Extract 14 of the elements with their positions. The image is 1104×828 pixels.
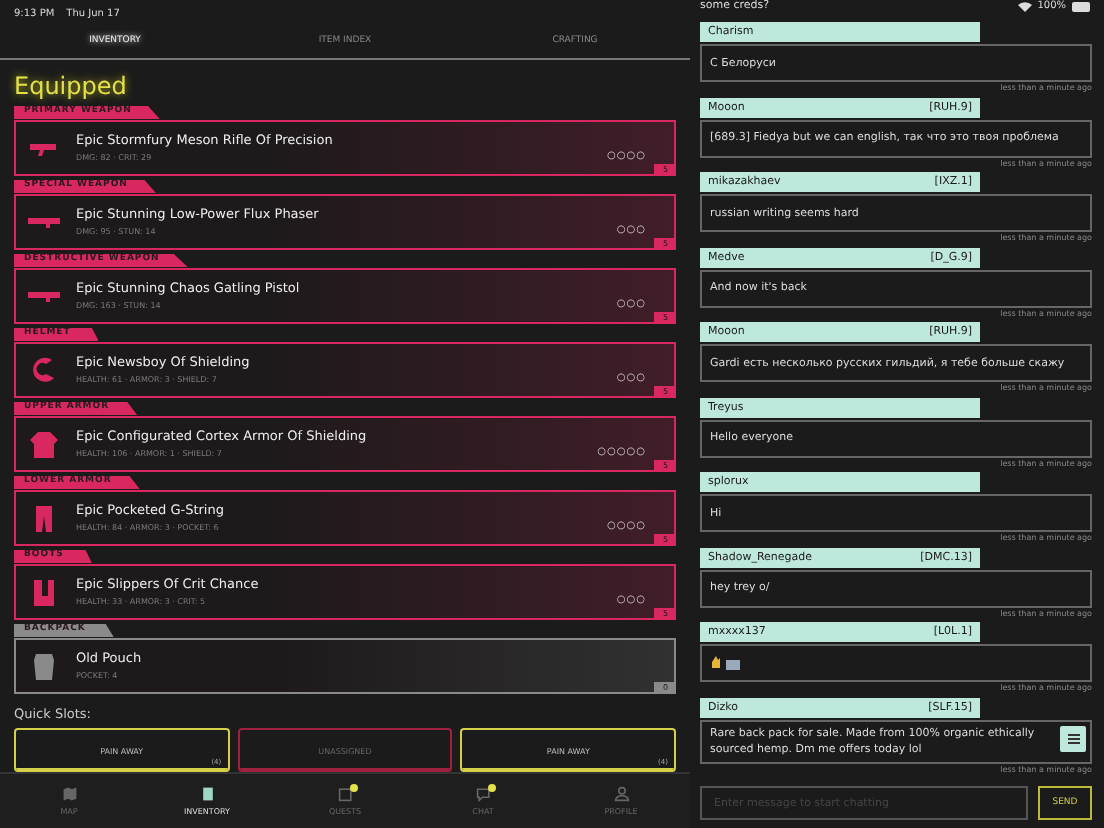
hand-and-case-drawing — [710, 655, 742, 671]
person-icon — [613, 786, 629, 802]
jacket-icon — [28, 429, 60, 457]
pouch-icon — [28, 651, 60, 679]
menu-icon — [1067, 733, 1079, 743]
boot-icon — [28, 577, 60, 605]
menu-button[interactable] — [1060, 725, 1086, 751]
map-icon — [61, 786, 77, 802]
section-title: Equipped — [14, 72, 129, 100]
chat-icon — [475, 786, 491, 802]
battery-icon — [1072, 1, 1092, 11]
alert-dot-icon — [487, 784, 495, 792]
wifi-icon — [1017, 1, 1032, 11]
alert-dot-icon — [349, 784, 357, 792]
